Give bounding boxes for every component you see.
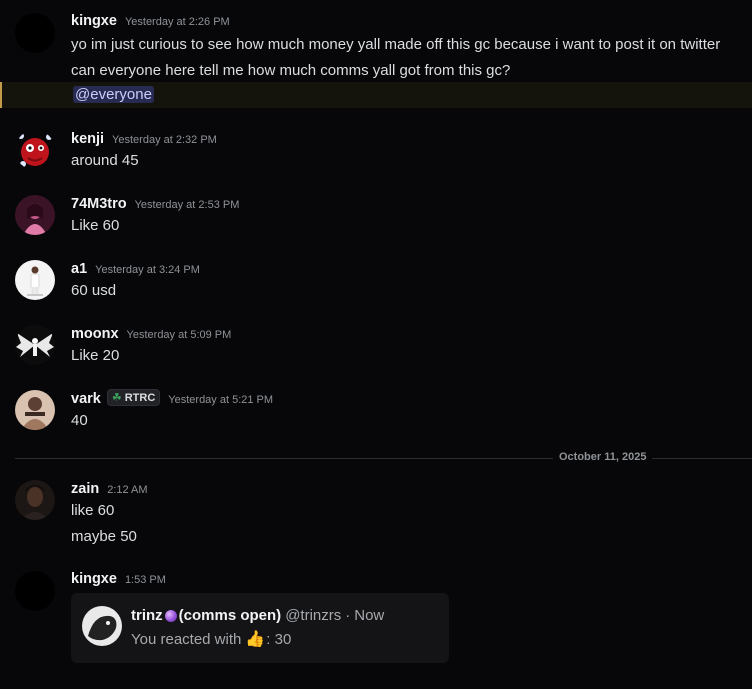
message-header: 74M3tro Yesterday at 2:53 PM	[71, 196, 239, 212]
message-zain: zain 2:12 AM like 60 maybe 50	[0, 478, 752, 553]
reaction-prefix: You reacted with	[131, 630, 242, 648]
message-74m3tro: 74M3tro Yesterday at 2:53 PM Like 60	[0, 193, 752, 243]
embed-header: trinz (comms open) @trinzrs · Now	[131, 607, 384, 624]
guild-tag[interactable]: ☘ RTRC	[106, 389, 161, 406]
timestamp[interactable]: Yesterday at 5:21 PM	[168, 394, 273, 406]
embed-display-name-prefix[interactable]: trinz	[131, 607, 163, 624]
message-text: 60 usd	[71, 282, 117, 299]
embed-separator: ·	[345, 607, 351, 624]
timestamp[interactable]: Yesterday at 5:09 PM	[127, 329, 232, 341]
message-text: around 45	[71, 152, 139, 169]
red-creature-avatar[interactable]	[15, 130, 55, 170]
timestamp[interactable]: 2:12 AM	[107, 484, 147, 496]
message-text: can everyone here tell me how much comms…	[71, 62, 511, 79]
username[interactable]: kingxe	[71, 571, 117, 587]
message-text: maybe 50	[71, 528, 137, 545]
message-header: moonx Yesterday at 5:09 PM	[71, 326, 231, 342]
kingxe-avatar[interactable]	[15, 13, 55, 53]
reaction-embed-card[interactable]: trinz (comms open) @trinzrs · Now You re…	[71, 593, 449, 663]
message-header: kingxe Yesterday at 2:26 PM	[71, 13, 230, 29]
username[interactable]: zain	[71, 481, 99, 497]
white-figure-avatar[interactable]	[15, 260, 55, 300]
username[interactable]: 74M3tro	[71, 196, 127, 212]
message-header: zain 2:12 AM	[71, 481, 148, 497]
timestamp[interactable]: Yesterday at 2:53 PM	[135, 199, 240, 211]
guild-tag-label: RTRC	[124, 391, 156, 404]
embed-display-name-suffix[interactable]: (comms open)	[179, 607, 282, 624]
dark-portrait-avatar[interactable]	[15, 480, 55, 520]
pale-figure-avatar[interactable]	[15, 390, 55, 430]
timestamp[interactable]: Yesterday at 2:26 PM	[125, 16, 230, 28]
winged-angel-avatar[interactable]	[15, 325, 55, 365]
username[interactable]: kenji	[71, 131, 104, 147]
message-moonx: moonx Yesterday at 5:09 PM Like 20	[0, 323, 752, 373]
thumbs-up-emoji: 👍	[245, 631, 266, 648]
embed-reaction-text: You reacted with 👍 : 30	[131, 629, 291, 649]
date-divider-label: October 11, 2025	[553, 451, 653, 463]
message-text: Like 20	[71, 347, 120, 364]
timestamp[interactable]: Yesterday at 2:32 PM	[112, 134, 217, 146]
reaction-value: : 30	[266, 630, 292, 648]
everyone-mention[interactable]: @everyone	[73, 86, 154, 103]
message-kenji: kenji Yesterday at 2:32 PM around 45	[0, 128, 752, 178]
message-text: like 60	[71, 502, 115, 519]
message-header: kenji Yesterday at 2:32 PM	[71, 131, 217, 147]
trinz-avatar[interactable]	[82, 606, 122, 646]
kingxe-avatar[interactable]	[15, 571, 55, 611]
message-vark: vark ☘ RTRC Yesterday at 5:21 PM 40	[0, 388, 752, 438]
message-a1: a1 Yesterday at 3:24 PM 60 usd	[0, 258, 752, 308]
message-header: a1 Yesterday at 3:24 PM	[71, 261, 200, 277]
message-text: yo im just curious to see how much money…	[71, 36, 721, 53]
timestamp[interactable]: Yesterday at 3:24 PM	[95, 264, 200, 276]
guild-tag-plant-icon: ☘	[111, 392, 122, 404]
username[interactable]: kingxe	[71, 13, 117, 29]
timestamp[interactable]: 1:53 PM	[125, 574, 166, 586]
embed-handle[interactable]: @trinzrs	[285, 607, 341, 624]
username[interactable]: vark	[71, 391, 101, 407]
embed-time: Now	[354, 607, 385, 624]
username[interactable]: a1	[71, 261, 87, 277]
pink-silhouette-avatar[interactable]	[15, 195, 55, 235]
message-header: vark ☘ RTRC Yesterday at 5:21 PM	[71, 389, 273, 408]
message-text: 40	[71, 412, 88, 429]
message-header: kingxe 1:53 PM	[71, 571, 166, 587]
message-kingxe-1: kingxe Yesterday at 2:26 PM yo im just c…	[0, 0, 752, 110]
username[interactable]: moonx	[71, 326, 119, 342]
message-text: Like 60	[71, 217, 120, 234]
purple-orb-emoji	[164, 609, 177, 622]
mention-highlight-row: @everyone	[0, 82, 752, 108]
